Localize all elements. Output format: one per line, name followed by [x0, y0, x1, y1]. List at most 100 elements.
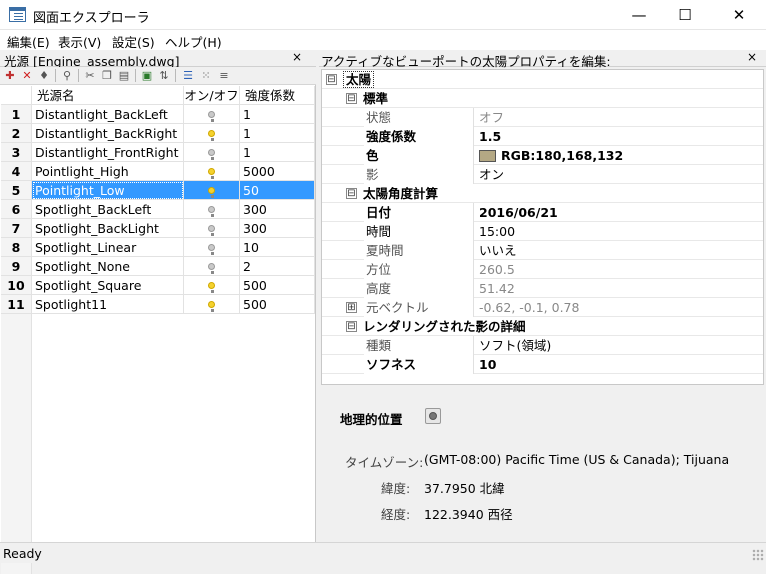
bulb-on-icon[interactable] [208, 130, 215, 141]
table-row[interactable]: 7 Spotlight_BackLight 300 [1, 219, 315, 238]
table-row[interactable]: 3 Distantlight_FrontRight 1 [1, 143, 315, 162]
menu-settings[interactable]: 設定(S) [112, 32, 155, 51]
light-name[interactable]: Distantlight_BackLeft [32, 105, 184, 124]
prop-intensity[interactable]: 強度係数 1.5 [322, 127, 763, 146]
menu-edit[interactable]: 編集(E) [7, 32, 50, 51]
light-name[interactable]: Spotlight_Linear [32, 238, 184, 257]
intensity-value[interactable]: 1 [240, 143, 315, 162]
light-name[interactable]: Spotlight_Square [32, 276, 184, 295]
light-name[interactable]: Spotlight_BackLeft [32, 200, 184, 219]
copy-icon[interactable]: ❐ [100, 68, 114, 83]
intensity-value[interactable]: 2 [240, 257, 315, 276]
light-name[interactable]: Distantlight_FrontRight [32, 143, 184, 162]
prop-date[interactable]: 日付 2016/06/21 [322, 203, 763, 222]
prop-color[interactable]: 色 RGB:180,168,132 [322, 146, 763, 165]
prop-dst[interactable]: 夏時間 いいえ [322, 241, 763, 260]
list-view-icon[interactable]: ≡ [217, 68, 231, 83]
light-name[interactable]: Spotlight11 [32, 295, 184, 314]
maximize-button[interactable]: ☐ [662, 0, 708, 30]
bulb-off-icon[interactable] [208, 206, 215, 217]
prop-value[interactable]: 15:00 [475, 222, 515, 241]
close-button[interactable]: ✕ [716, 0, 762, 30]
onoff-cell[interactable] [184, 238, 240, 257]
row-number[interactable]: 1 [1, 105, 32, 124]
icon-view-icon[interactable]: ⁙ [199, 68, 213, 83]
light-name[interactable]: Spotlight_BackLight [32, 219, 184, 238]
prop-value[interactable]: RGB:180,168,132 [475, 146, 623, 165]
bulb-on-icon[interactable] [208, 168, 215, 179]
bulb-off-icon[interactable] [208, 225, 215, 236]
column-header-name[interactable]: 光源名 [32, 86, 184, 105]
row-number[interactable]: 5 [1, 181, 32, 200]
table-row[interactable]: 1 Distantlight_BackLeft 1 [1, 105, 315, 124]
row-number[interactable]: 6 [1, 200, 32, 219]
lights-panel-close-icon[interactable]: × [292, 50, 302, 64]
intensity-value[interactable]: 1 [240, 124, 315, 143]
collapse-icon[interactable]: ⊟ [346, 188, 357, 199]
expand-icon[interactable]: ⊞ [346, 302, 357, 313]
table-row[interactable]: 6 Spotlight_BackLeft 300 [1, 200, 315, 219]
cut-icon[interactable]: ✂ [83, 68, 97, 83]
table-row[interactable]: 2 Distantlight_BackRight 1 [1, 124, 315, 143]
bulb-off-icon[interactable] [208, 244, 215, 255]
intensity-value[interactable]: 1 [240, 105, 315, 124]
row-number[interactable]: 10 [1, 276, 32, 295]
collapse-icon[interactable]: ⊟ [326, 74, 337, 85]
table-row[interactable]: 11 Spotlight11 500 [1, 295, 315, 314]
filter-icon[interactable]: ⚲ [60, 68, 74, 83]
image-icon[interactable]: ▣ [140, 68, 154, 83]
prop-time[interactable]: 時間 15:00 [322, 222, 763, 241]
prop-shadow-type[interactable]: 種類 ソフト(領域) [322, 336, 763, 355]
intensity-value[interactable]: 300 [240, 219, 315, 238]
light-name[interactable]: Pointlight_High [32, 162, 184, 181]
new-light-icon[interactable]: ✚ [3, 68, 17, 83]
refresh-icon[interactable]: ⇅ [157, 68, 171, 83]
onoff-cell[interactable] [184, 200, 240, 219]
row-number[interactable]: 3 [1, 143, 32, 162]
prop-value[interactable]: いいえ [475, 241, 517, 260]
bulb-on-icon[interactable] [208, 301, 215, 312]
prop-value[interactable]: 2016/06/21 [475, 203, 558, 222]
minimize-button[interactable]: — [616, 0, 662, 30]
prop-status[interactable]: 状態 オフ [322, 108, 763, 127]
onoff-cell[interactable] [184, 295, 240, 314]
onoff-cell[interactable] [184, 181, 240, 200]
column-header-intensity[interactable]: 強度係数 [240, 86, 315, 105]
row-number[interactable]: 4 [1, 162, 32, 181]
bulb-on-icon[interactable] [208, 282, 215, 293]
row-number[interactable]: 7 [1, 219, 32, 238]
intensity-value[interactable]: 10 [240, 238, 315, 257]
light-name[interactable]: Distantlight_BackRight [32, 124, 184, 143]
bulb-off-icon[interactable] [208, 263, 215, 274]
bulb-off-icon[interactable] [208, 111, 215, 122]
prop-shadow[interactable]: 影 オン [322, 165, 763, 184]
table-row[interactable]: 10 Spotlight_Square 500 [1, 276, 315, 295]
onoff-cell[interactable] [184, 105, 240, 124]
bulb-off-icon[interactable] [208, 149, 215, 160]
prop-value[interactable]: オン [475, 165, 504, 184]
light-name[interactable]: Pointlight_Low [32, 181, 184, 200]
intensity-value[interactable]: 500 [240, 276, 315, 295]
onoff-cell[interactable] [184, 124, 240, 143]
row-number[interactable]: 9 [1, 257, 32, 276]
resize-grip[interactable] [752, 549, 764, 561]
intensity-value[interactable]: 500 [240, 295, 315, 314]
root-label[interactable]: 太陽 [343, 71, 375, 88]
row-number[interactable]: 8 [1, 238, 32, 257]
intensity-value[interactable]: 300 [240, 200, 315, 219]
table-row[interactable]: 4 Pointlight_High 5000 [1, 162, 315, 181]
sun-panel-close-icon[interactable]: × [747, 50, 757, 64]
prop-value[interactable]: ソフト(領域) [475, 336, 551, 355]
intensity-value[interactable]: 50 [240, 181, 315, 200]
collapse-icon[interactable]: ⊟ [346, 93, 357, 104]
table-row[interactable]: 9 Spotlight_None 2 [1, 257, 315, 276]
bulb-on-icon[interactable] [208, 187, 215, 198]
onoff-cell[interactable] [184, 162, 240, 181]
row-number[interactable]: 11 [1, 295, 32, 314]
prop-value[interactable]: 1.5 [475, 127, 501, 146]
intensity-value[interactable]: 5000 [240, 162, 315, 181]
row-number[interactable]: 2 [1, 124, 32, 143]
onoff-cell[interactable] [184, 143, 240, 162]
menu-view[interactable]: 表示(V) [58, 32, 101, 51]
prop-value[interactable]: オフ [475, 108, 504, 127]
